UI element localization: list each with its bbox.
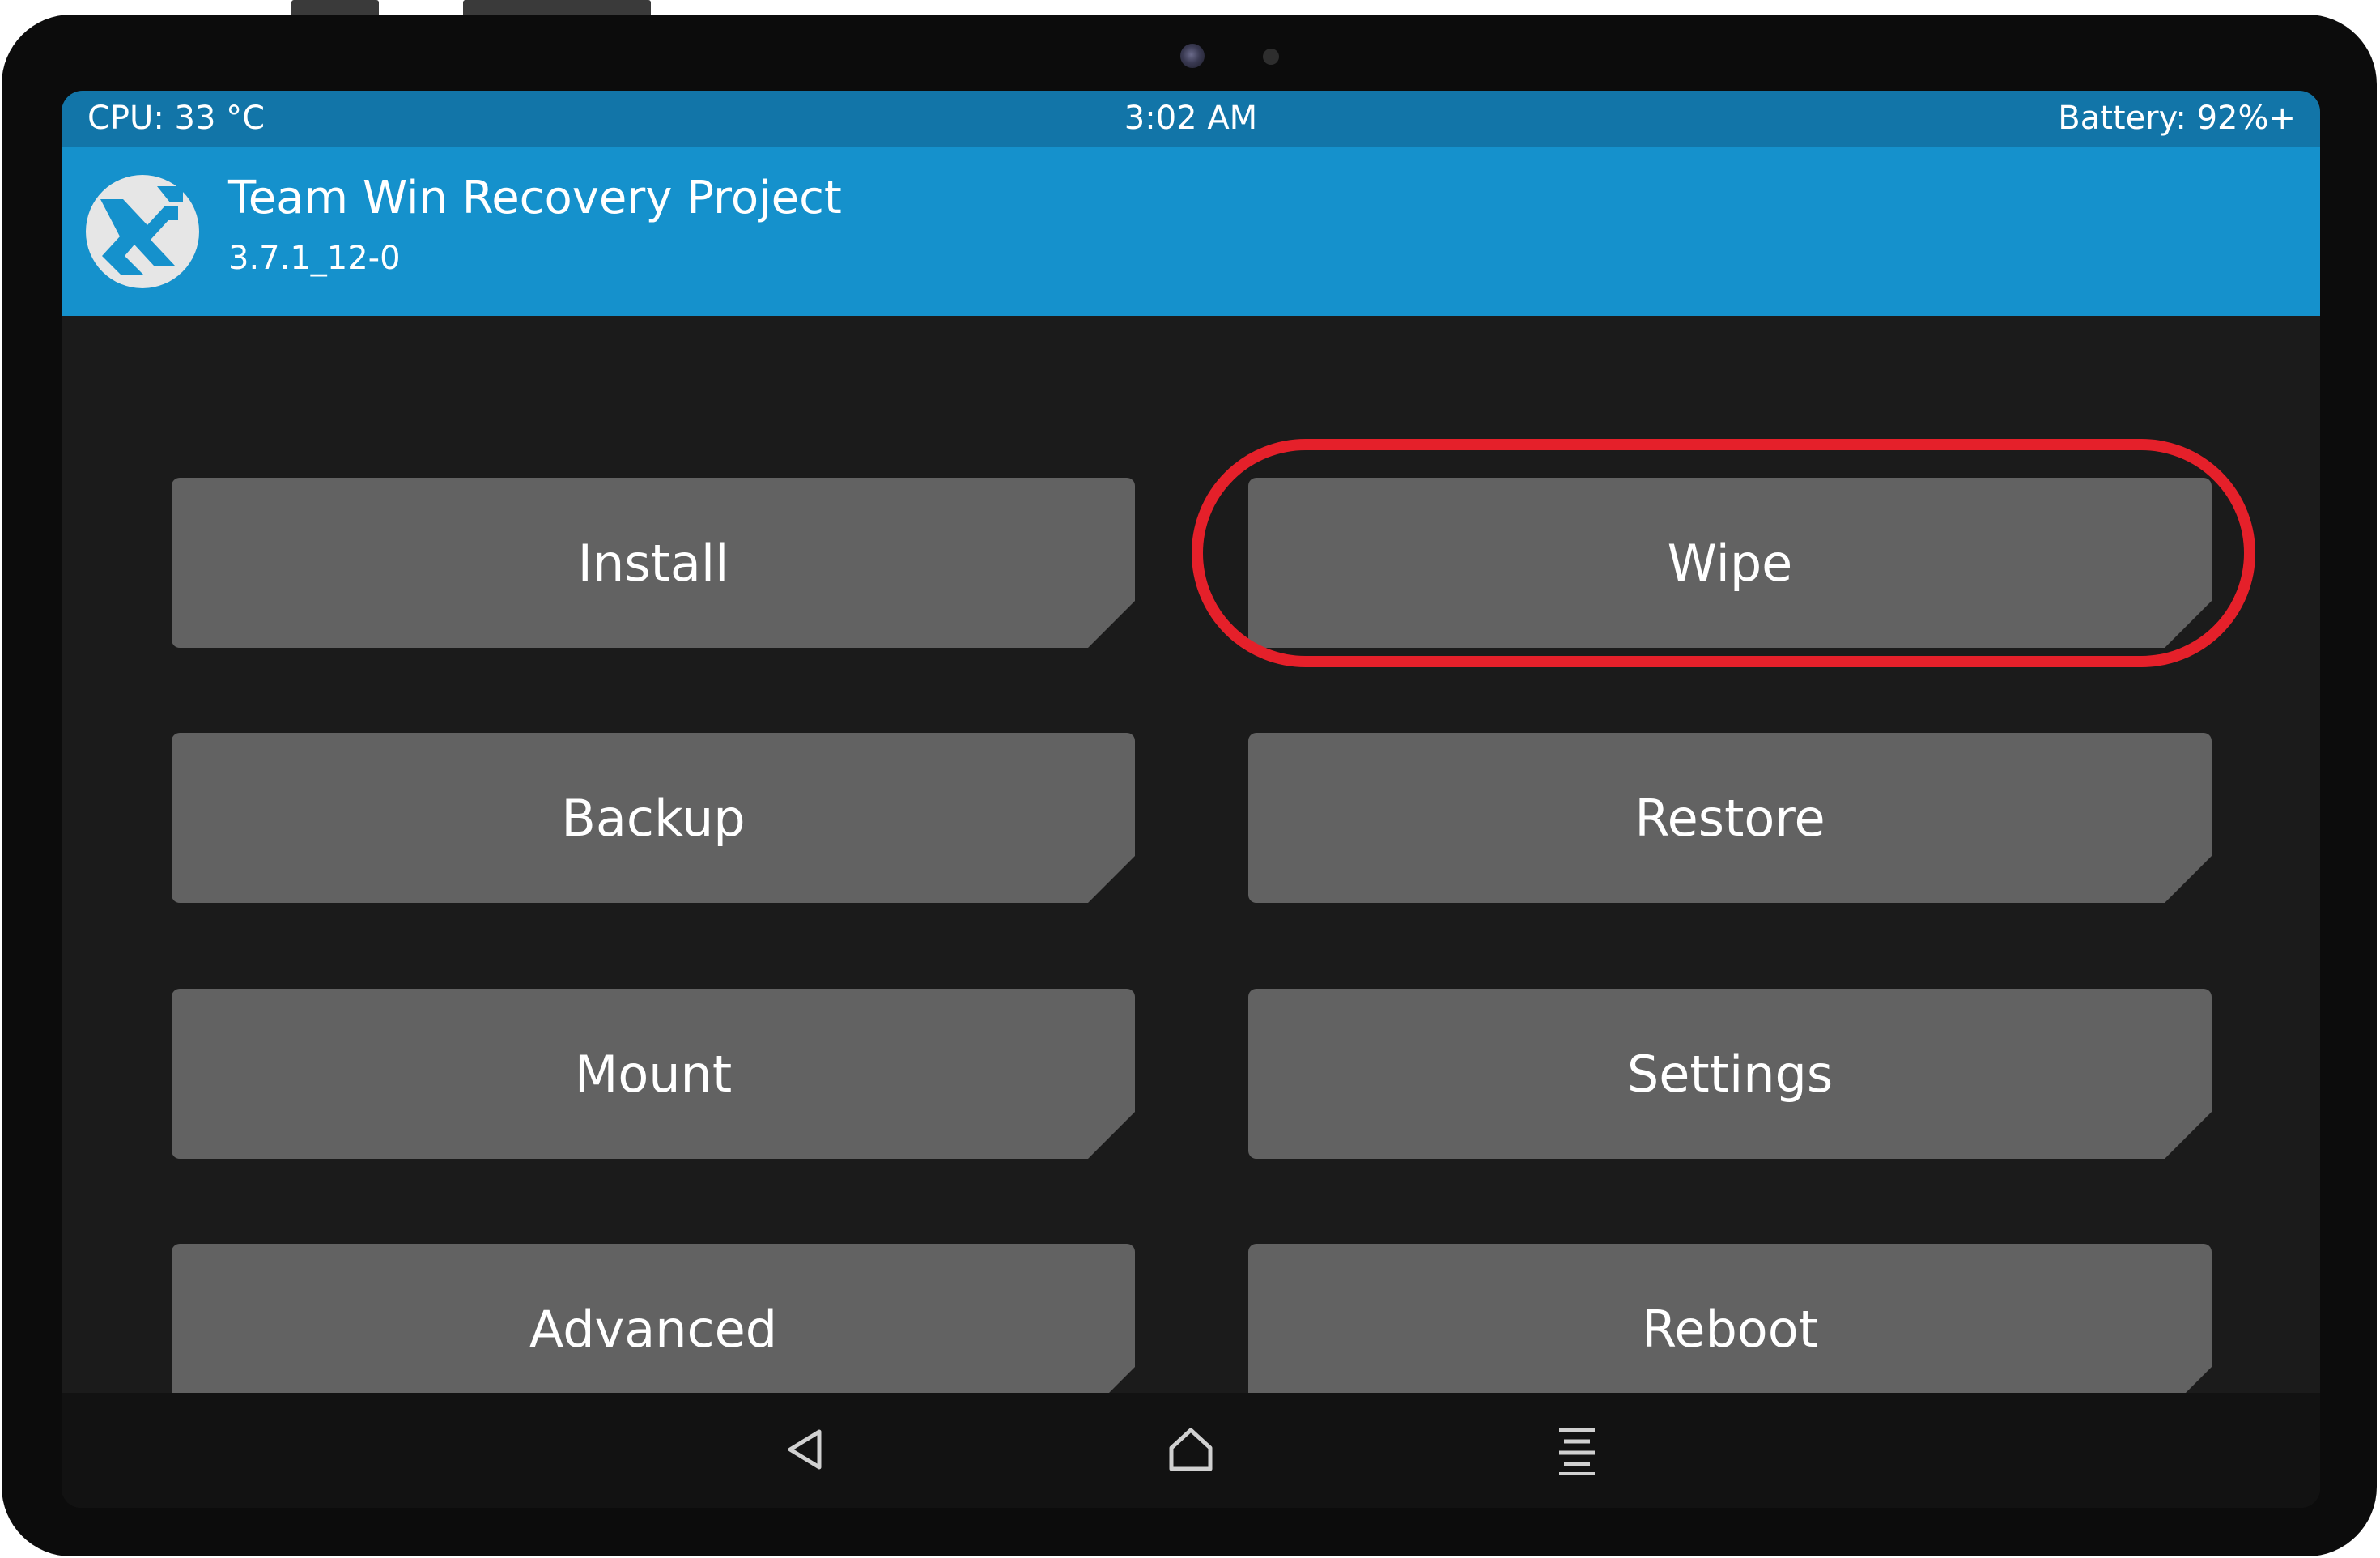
backup-button[interactable]: Backup xyxy=(172,733,1135,903)
twrp-logo-icon xyxy=(86,175,199,288)
recovery-screen: 3:02 AM CPU: 33 °C Battery: 92%+ Team Wi… xyxy=(62,91,2320,1508)
settings-button-label: Settings xyxy=(1626,1044,1834,1104)
front-camera-icon xyxy=(1180,44,1205,68)
advanced-button-label: Advanced xyxy=(529,1299,778,1359)
menu-lines-icon xyxy=(1559,1428,1595,1475)
install-button-label: Install xyxy=(577,533,729,593)
app-title: Team Win Recovery Project xyxy=(228,172,842,224)
install-button[interactable]: Install xyxy=(172,478,1135,648)
menu-button[interactable] xyxy=(1545,1417,1609,1482)
back-button[interactable] xyxy=(774,1417,839,1482)
reboot-button[interactable]: Reboot xyxy=(1248,1244,2212,1414)
app-version: 3.7.1_12-0 xyxy=(228,240,401,277)
mount-button-label: Mount xyxy=(574,1044,733,1104)
restore-button-label: Restore xyxy=(1634,788,1825,848)
status-cpu-temperature: CPU: 33 °C xyxy=(87,100,266,137)
home-icon xyxy=(1169,1428,1213,1471)
wipe-button-label: Wipe xyxy=(1667,533,1793,593)
hardware-volume-button xyxy=(463,0,651,15)
main-menu-grid: Install Wipe Backup Restore Mount Settin… xyxy=(62,316,2320,1414)
backup-button-label: Backup xyxy=(561,788,746,848)
restore-button[interactable]: Restore xyxy=(1248,733,2212,903)
home-button[interactable] xyxy=(1158,1417,1223,1482)
status-bar: 3:02 AM CPU: 33 °C Battery: 92%+ xyxy=(62,91,2320,147)
wipe-button[interactable]: Wipe xyxy=(1248,478,2212,648)
hardware-button xyxy=(291,0,379,15)
status-time: 3:02 AM xyxy=(1124,100,1258,137)
reboot-button-label: Reboot xyxy=(1642,1299,1818,1359)
navigation-bar xyxy=(62,1393,2320,1508)
settings-button[interactable]: Settings xyxy=(1248,989,2212,1159)
status-battery: Battery: 92%+ xyxy=(2058,100,2296,137)
app-header: Team Win Recovery Project 3.7.1_12-0 xyxy=(62,147,2320,316)
advanced-button[interactable]: Advanced xyxy=(172,1244,1135,1414)
tablet-frame: 3:02 AM CPU: 33 °C Battery: 92%+ Team Wi… xyxy=(2,15,2377,1556)
light-sensor-icon xyxy=(1263,49,1279,65)
mount-button[interactable]: Mount xyxy=(172,989,1135,1159)
back-triangle-icon xyxy=(788,1429,822,1470)
